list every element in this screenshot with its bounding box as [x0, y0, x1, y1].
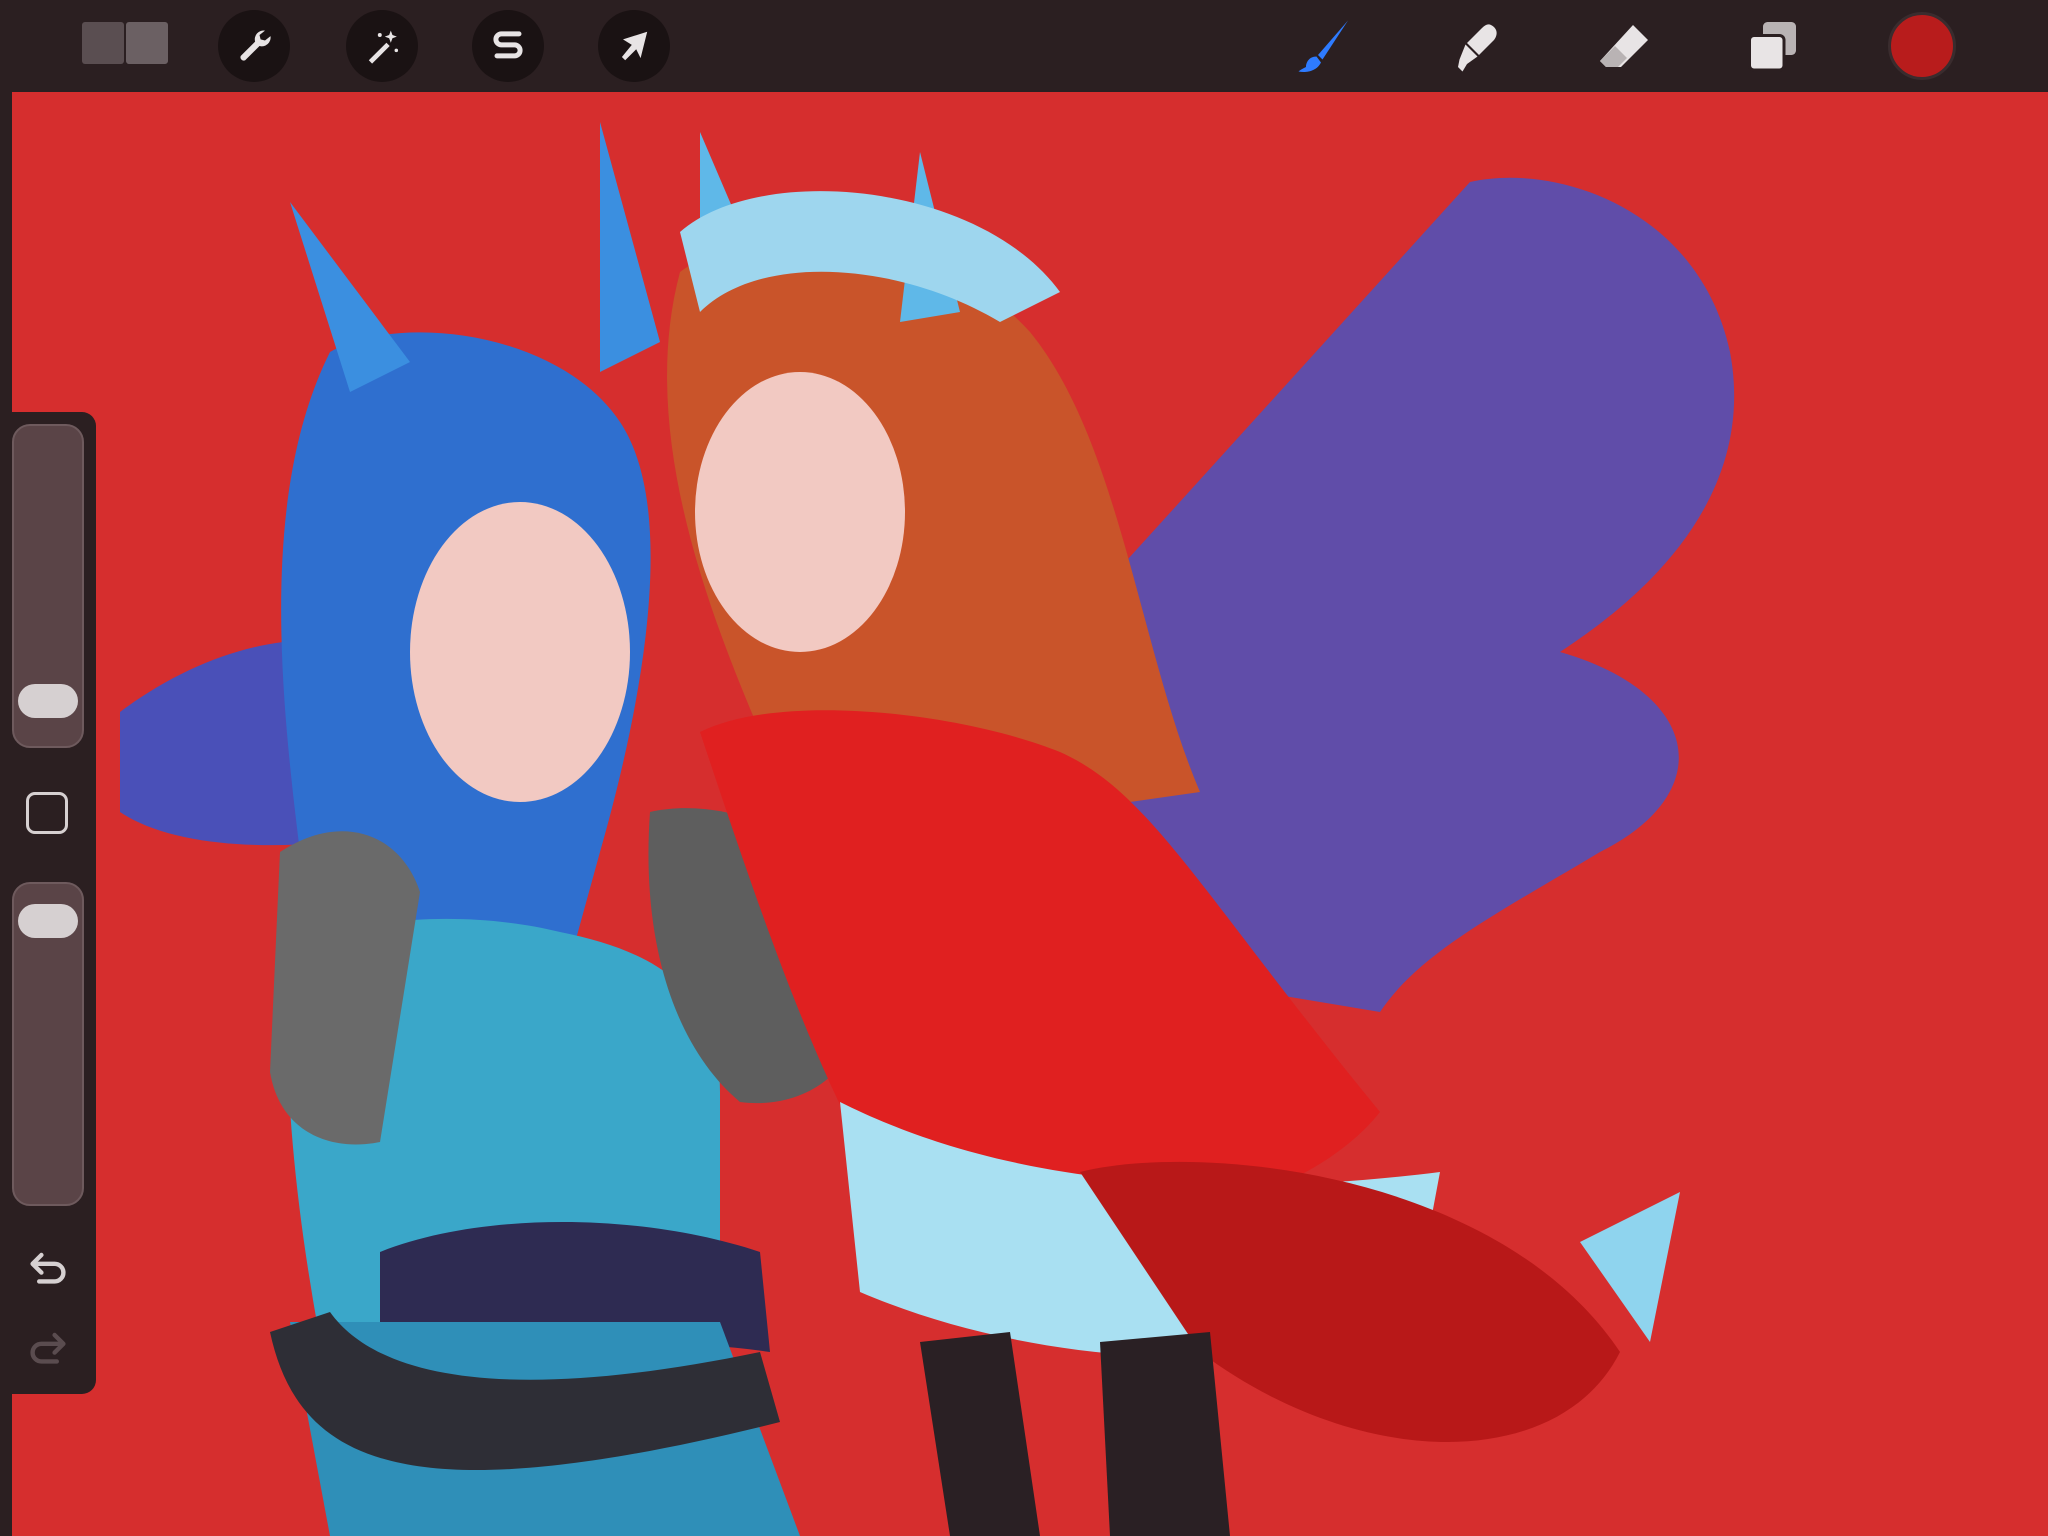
redo-button[interactable]	[24, 1322, 72, 1370]
selection-s-icon	[493, 31, 523, 59]
brush-button[interactable]	[1292, 14, 1356, 78]
smudge-button[interactable]	[1444, 14, 1508, 78]
top-toolbar	[0, 0, 2048, 92]
stocking-right	[1100, 1332, 1230, 1536]
color-swatch[interactable]	[1888, 12, 1956, 80]
brush-size-slider[interactable]	[12, 424, 84, 748]
arrow-cursor-icon	[621, 31, 648, 61]
eraser-button[interactable]	[1592, 14, 1656, 78]
magic-wand-icon	[368, 30, 399, 64]
layers-icon	[1748, 22, 1796, 72]
selection-button[interactable]	[472, 10, 544, 82]
left-sidebar	[0, 412, 96, 1394]
brush-icon	[1298, 20, 1348, 73]
face-orange	[695, 372, 905, 652]
smudge-icon	[1458, 24, 1497, 72]
actions-button[interactable]	[218, 10, 290, 82]
artwork	[0, 92, 2048, 1536]
undo-icon	[30, 1252, 66, 1284]
adjustments-button[interactable]	[346, 10, 418, 82]
redo-icon	[30, 1332, 66, 1364]
brush-opacity-slider[interactable]	[12, 882, 84, 1206]
brush-opacity-thumb[interactable]	[18, 903, 78, 938]
gallery-icon-part	[126, 22, 168, 64]
face-blue	[410, 502, 630, 802]
wrench-icon	[240, 30, 271, 61]
undo-button[interactable]	[24, 1242, 72, 1290]
gallery-icon	[82, 22, 124, 64]
transform-button[interactable]	[598, 10, 670, 82]
layers-button[interactable]	[1740, 14, 1804, 78]
gallery-button[interactable]	[82, 22, 168, 64]
eraser-icon	[1600, 25, 1648, 67]
modify-button[interactable]	[26, 792, 68, 834]
drawing-canvas[interactable]	[0, 92, 2048, 1536]
brush-size-thumb[interactable]	[18, 684, 78, 719]
